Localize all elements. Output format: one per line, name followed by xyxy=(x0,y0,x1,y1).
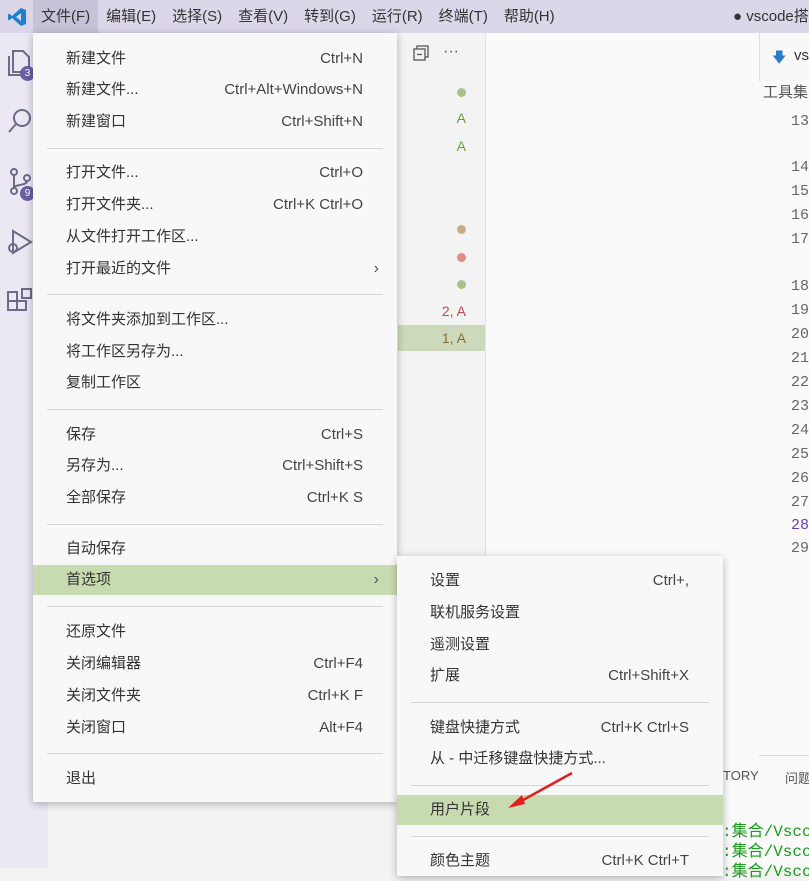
menu-item-close-editor[interactable]: 关闭编辑器 Ctrl+F4 xyxy=(33,649,397,679)
line-number: 18 xyxy=(791,278,809,295)
menu-view[interactable]: 查看(V) xyxy=(230,0,296,33)
line-number: 14 xyxy=(791,159,809,176)
download-icon: 🡇 xyxy=(772,49,787,65)
breadcrumb[interactable]: 工具集 xyxy=(763,81,808,102)
menu-item-settings[interactable]: 设置 Ctrl+, xyxy=(397,566,723,596)
menu-item-exit[interactable]: 退出 xyxy=(33,764,397,794)
line-number: 22 xyxy=(791,374,809,391)
menu-item-telemetry-settings[interactable]: 遥测设置 xyxy=(397,630,723,660)
line-number: 28 xyxy=(791,517,809,534)
menu-item-open-workspace[interactable]: 从文件打开工作区... xyxy=(33,222,397,252)
menu-item-revert-file[interactable]: 还原文件 xyxy=(33,617,397,647)
chevron-right-icon: › xyxy=(373,260,379,277)
file-menu: 新建文件 Ctrl+N 新建文件... Ctrl+Alt+Windows+N 新建窗… xyxy=(33,33,397,802)
menu-terminal[interactable]: 终端(T) xyxy=(431,0,496,33)
sidebar-actions: ··· xyxy=(413,44,459,65)
menu-item-add-folder-to-workspace[interactable]: 将文件夹添加到工作区... xyxy=(33,305,397,335)
vscode-logo-icon[interactable] xyxy=(0,0,33,33)
menu-go[interactable]: 转到(G) xyxy=(296,0,364,33)
more-actions-icon[interactable]: ··· xyxy=(443,44,459,65)
menu-item-save-all[interactable]: 全部保存 Ctrl+K S xyxy=(33,483,397,513)
menu-run[interactable]: 运行(R) xyxy=(364,0,431,33)
menu-item-close-folder[interactable]: 关闭文件夹 Ctrl+K F xyxy=(33,681,397,711)
line-number: 17 xyxy=(791,231,809,248)
menu-item-duplicate-workspace[interactable]: 复制工作区 xyxy=(33,368,397,398)
menu-item-save[interactable]: 保存 Ctrl+S xyxy=(33,420,397,450)
status-added: A xyxy=(456,138,466,154)
line-number: 21 xyxy=(791,350,809,367)
menu-item-save-as[interactable]: 另存为... Ctrl+Shift+S xyxy=(33,451,397,481)
line-number: 26 xyxy=(791,470,809,487)
status-count: 1, A xyxy=(441,330,466,346)
status-dot-modified xyxy=(457,221,466,237)
menu-edit[interactable]: 编辑(E) xyxy=(98,0,164,33)
line-number: 16 xyxy=(791,207,809,224)
line-number: 19 xyxy=(791,302,809,319)
menu-separator xyxy=(47,753,383,754)
menu-item-save-workspace-as[interactable]: 将工作区另存为... xyxy=(33,337,397,367)
menu-item-open-folder[interactable]: 打开文件夹... Ctrl+K Ctrl+O xyxy=(33,190,397,220)
menu-bar: 文件(F) 编辑(E) 选择(S) 查看(V) 转到(G) 运行(R) 终端(T… xyxy=(0,0,809,33)
menu-item-open-file[interactable]: 打开文件... Ctrl+O xyxy=(33,158,397,188)
menu-separator xyxy=(47,606,383,607)
editor-tab[interactable]: 🡇 vs xyxy=(759,33,809,81)
menu-separator xyxy=(47,294,383,295)
menu-item-close-window[interactable]: 关闭窗口 Alt+F4 xyxy=(33,713,397,743)
menu-separator xyxy=(47,148,383,149)
menu-file[interactable]: 文件(F) xyxy=(33,0,99,33)
line-number: 20 xyxy=(791,326,809,343)
status-count: 2, A xyxy=(441,303,466,319)
tab-label: vs xyxy=(794,47,809,64)
line-number: 23 xyxy=(791,398,809,415)
line-number: 13 xyxy=(791,113,809,130)
menu-item-color-theme[interactable]: 颜色主题 Ctrl+K Ctrl+T xyxy=(397,846,723,876)
line-number: 29 xyxy=(791,540,809,557)
menu-separator xyxy=(47,524,383,525)
red-arrow-annotation xyxy=(508,771,573,808)
status-dot-added xyxy=(457,84,466,100)
menu-item-open-recent[interactable]: 打开最近的文件 › xyxy=(33,254,397,284)
panel-tab-problems[interactable]: 问题 xyxy=(785,768,809,787)
line-number: 24 xyxy=(791,422,809,439)
terminal-line: :集合/Vscod xyxy=(722,863,809,881)
window-title: ● vscode搭 xyxy=(733,8,809,25)
menu-item-preferences[interactable]: 首选项 › xyxy=(33,565,397,595)
line-number: 27 xyxy=(791,494,809,511)
line-number: 15 xyxy=(791,183,809,200)
status-added: A xyxy=(456,110,466,126)
menu-item-online-services-settings[interactable]: 联机服务设置 xyxy=(397,598,723,628)
extensions-icon[interactable] xyxy=(4,287,36,319)
run-debug-icon[interactable] xyxy=(4,226,36,258)
panel-tab-history[interactable]: TORY xyxy=(723,768,759,783)
menu-separator xyxy=(411,836,709,837)
line-number: 25 xyxy=(791,446,809,463)
menu-item-extensions[interactable]: 扩展 Ctrl+Shift+X xyxy=(397,661,723,691)
menu-item-new-file[interactable]: 新建文件 Ctrl+N xyxy=(33,44,397,74)
status-dot-deleted xyxy=(457,249,466,265)
collapse-all-icon[interactable] xyxy=(413,45,429,65)
menu-separator xyxy=(47,409,383,410)
menu-separator xyxy=(411,702,709,703)
menu-selection[interactable]: 选择(S) xyxy=(164,0,230,33)
chevron-right-icon: › xyxy=(373,571,379,588)
menu-item-new-window[interactable]: 新建窗口 Ctrl+Shift+N xyxy=(33,107,397,137)
preferences-submenu: 设置 Ctrl+, 联机服务设置 遥测设置 扩展 Ctrl+Shift+X 键盘快捷… xyxy=(397,556,723,876)
status-dot-added xyxy=(457,276,466,292)
menu-help[interactable]: 帮助(H) xyxy=(496,0,563,33)
menu-item-auto-save[interactable]: 自动保存 xyxy=(33,534,397,564)
menu-item-new-file-with[interactable]: 新建文件... Ctrl+Alt+Windows+N xyxy=(33,75,397,105)
search-icon[interactable] xyxy=(4,105,36,137)
menu-item-keyboard-shortcuts[interactable]: 键盘快捷方式 Ctrl+K Ctrl+S xyxy=(397,713,723,743)
